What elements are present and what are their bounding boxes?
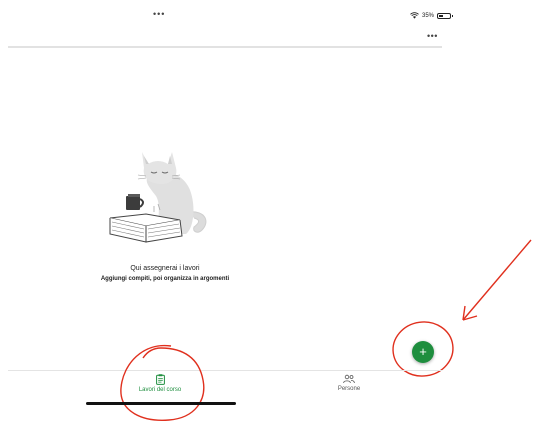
cat-with-book-illustration	[109, 152, 207, 243]
wifi-icon	[410, 12, 419, 19]
classroom-page: ••• 35% ••• Qui assegnerai i lavori Aggi…	[0, 0, 534, 424]
status-bar-dots: •••	[153, 9, 166, 19]
empty-state-title: Qui assegnerai i lavori	[130, 265, 200, 272]
bottom-nav-divider	[8, 370, 442, 371]
create-fab-button[interactable]: +	[412, 341, 434, 363]
annotation-arrow	[462, 239, 532, 321]
tab-label-persone: Persone	[337, 386, 361, 392]
tab-persone[interactable]: Persone	[309, 374, 389, 392]
more-options-button[interactable]: •••	[427, 31, 438, 41]
home-indicator	[86, 402, 236, 405]
battery-icon	[437, 12, 454, 19]
header-divider	[8, 46, 442, 48]
empty-state-subtitle: Aggiungi compiti, poi organizza in argom…	[100, 276, 230, 282]
battery-percent: 35%	[422, 12, 435, 19]
status-bar-indicators: 35%	[410, 12, 454, 19]
people-icon	[343, 374, 355, 384]
annotation-circle-nav	[120, 344, 205, 421]
